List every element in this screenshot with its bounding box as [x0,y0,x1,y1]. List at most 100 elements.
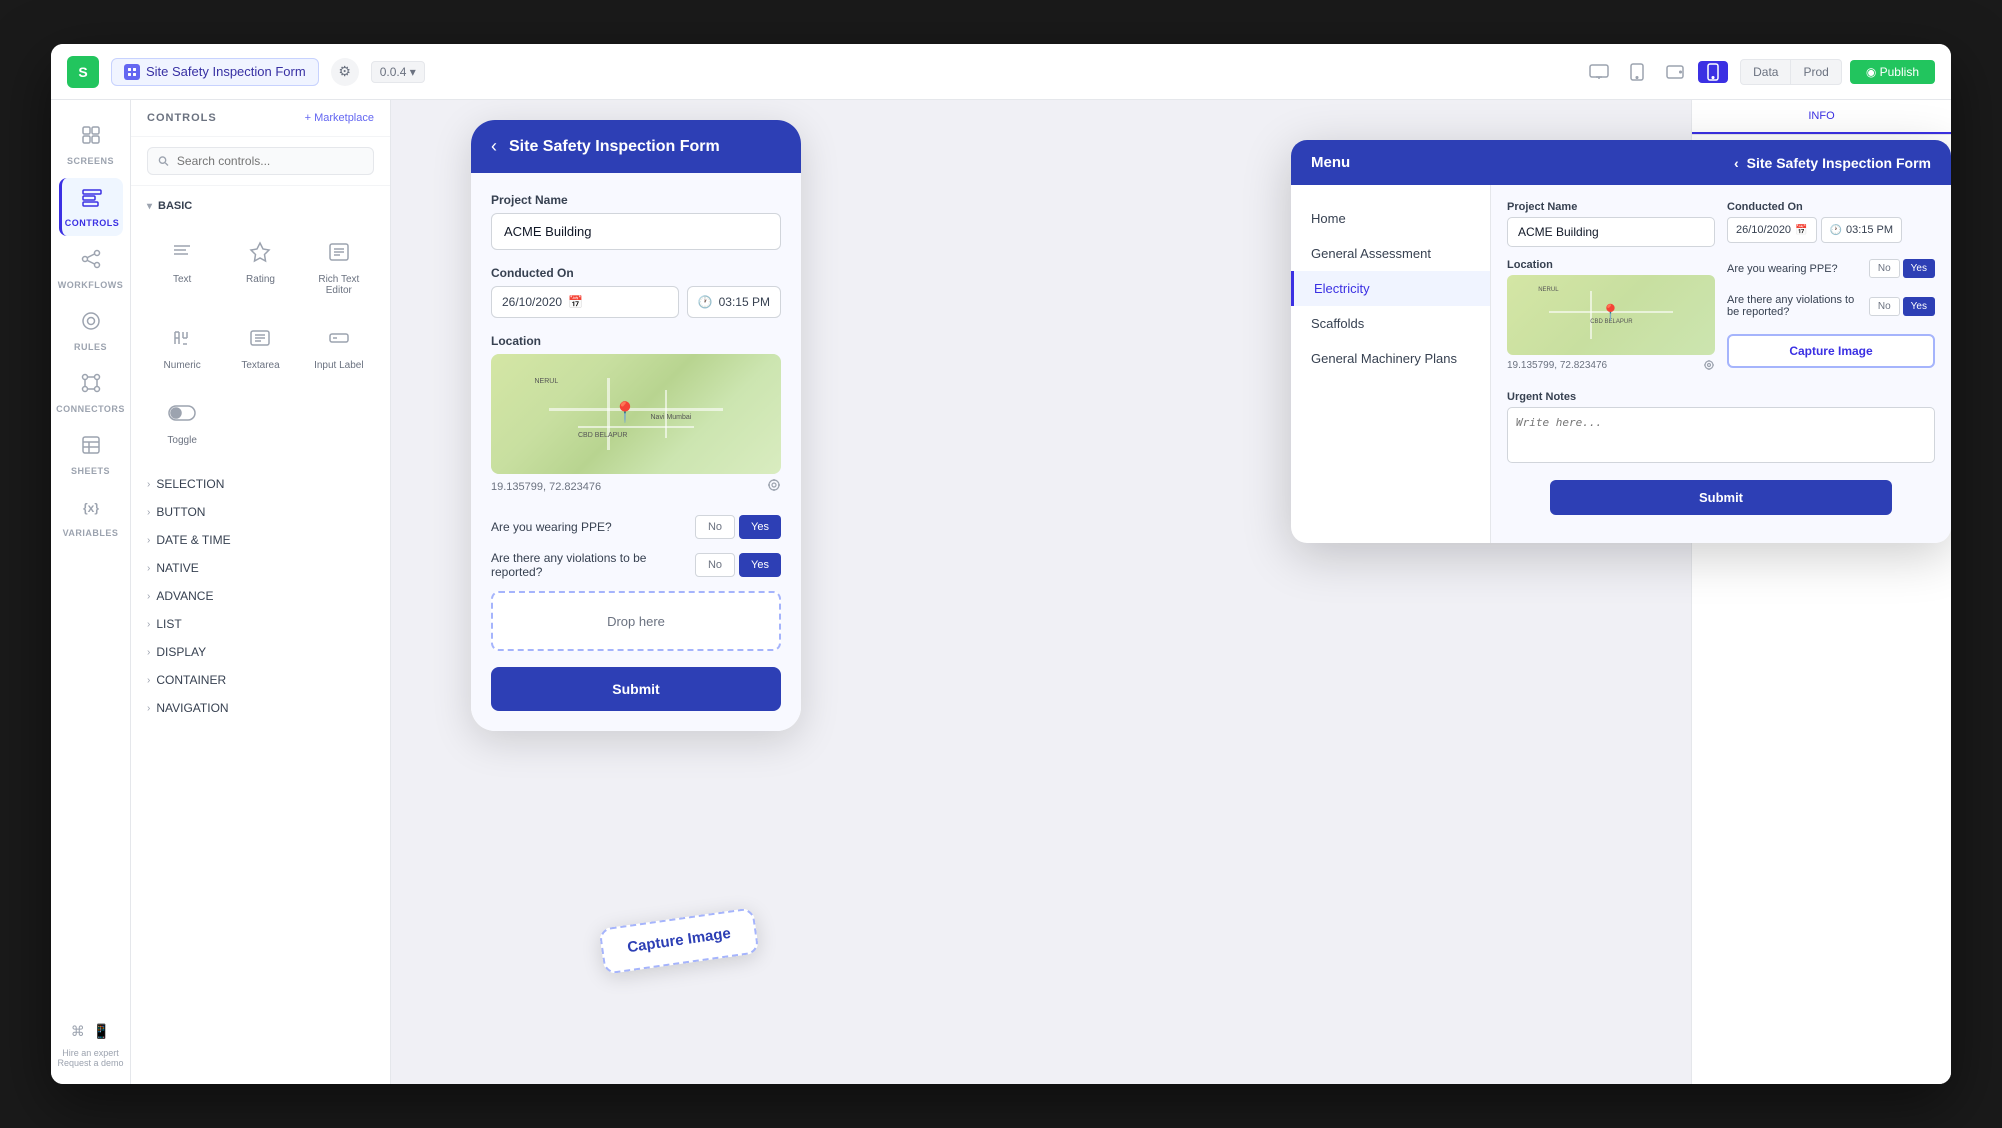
nav-scaffolds[interactable]: Scaffolds [1291,306,1490,341]
coords-text: 19.135799, 72.823476 [491,481,601,493]
control-rich-text[interactable]: Rich Text Editor [304,226,374,304]
rich-text-control-icon [321,234,357,270]
project-name-input[interactable] [491,213,781,250]
command-icon[interactable]: ⌘ [71,1023,85,1040]
control-text[interactable]: Text [147,226,217,304]
big-preview-panel: Menu ‹ Site Safety Inspection Form Home … [1291,140,1951,543]
sheets-icon [80,434,102,462]
search-input[interactable] [177,154,363,168]
violations-no-button[interactable]: No [695,553,735,577]
section-list[interactable]: › LIST [131,610,390,638]
section-navigation[interactable]: › NAVIGATION [131,694,390,722]
tablet-landscape-icon[interactable] [1660,61,1690,83]
bp-project-input[interactable] [1507,217,1715,247]
section-selection[interactable]: › SELECTION [131,470,390,498]
rules-icon [80,310,102,338]
big-back-arrow[interactable]: ‹ [1734,155,1739,171]
sidebar-item-workflows[interactable]: WORKFLOWS [59,240,123,298]
ppe-yes-button[interactable]: Yes [739,515,781,539]
section-advance[interactable]: › ADVANCE [131,582,390,610]
big-preview-form-content: Project Name Conducted On 26/10/2020 📅 [1491,185,1951,543]
bp-ppe-buttons: No Yes [1869,259,1935,278]
menu-title: Menu [1311,154,1350,171]
sidebar-item-sheets[interactable]: SHEETS [59,426,123,484]
data-button[interactable]: Data [1740,59,1791,85]
chevron-right-icon: › [147,479,150,490]
bp-cal-icon: 📅 [1795,225,1807,236]
control-rating[interactable]: Rating [225,226,295,304]
nav-machinery[interactable]: General Machinery Plans [1291,341,1490,376]
big-preview-nav: Home General Assessment Electricity Scaf… [1291,185,1491,543]
capture-image-area[interactable]: Drop here [491,591,781,651]
tablet-icon[interactable] [1622,61,1652,83]
capture-image-card[interactable]: Capture Image [599,907,760,974]
control-toggle[interactable]: Toggle [147,387,217,454]
phone-mockup: ‹ Site Safety Inspection Form Project Na… [471,120,801,731]
marketplace-link[interactable]: + Marketplace [305,112,374,124]
search-icon [158,155,169,167]
bp-map: NERUL CBD BELAPUR 📍 [1507,275,1715,355]
sidebar-item-rules[interactable]: RULES [59,302,123,360]
bp-time-field[interactable]: 🕐 03:15 PM [1821,217,1903,243]
prod-button[interactable]: Prod [1791,59,1841,85]
control-input-label[interactable]: Input Label [304,312,374,379]
ppe-no-button[interactable]: No [695,515,735,539]
screens-icon [80,124,102,152]
basic-toggle[interactable]: ▾ BASIC [147,194,374,218]
violations-yes-button[interactable]: Yes [739,553,781,577]
data-prod-switcher: Data Prod [1740,59,1842,85]
mobile-icon[interactable]: 📱 [93,1023,110,1040]
bp-violations-no[interactable]: No [1869,297,1900,316]
desktop-icon[interactable] [1584,61,1614,83]
bp-capture-button[interactable]: Capture Image [1727,334,1935,368]
settings-icon[interactable]: ⚙ [331,58,359,86]
section-button[interactable]: › BUTTON [131,498,390,526]
form-tab[interactable]: Site Safety Inspection Form [111,58,319,86]
section-date-time[interactable]: › DATE & TIME [131,526,390,554]
bp-submit-button[interactable]: Submit [1550,480,1892,515]
rating-control-icon [242,234,278,270]
sidebar-item-controls[interactable]: CONTROLS [59,178,123,236]
sidebar-item-screens[interactable]: SCREENS [59,116,123,174]
bp-ppe-yes[interactable]: Yes [1903,259,1935,278]
app-logo[interactable]: S [67,56,99,88]
bp-urgent-textarea[interactable] [1507,407,1935,463]
big-form-title: ‹ Site Safety Inspection Form [1734,155,1931,171]
sidebar-item-variables[interactable]: {x} VARIABLES [59,488,123,546]
time-field[interactable]: 🕐 03:15 PM [687,286,781,318]
control-numeric[interactable]: Numeric [147,312,217,379]
back-button[interactable]: ‹ [491,136,497,157]
hire-expert[interactable]: Hire an expert Request a demo [57,1048,123,1068]
phone-icon[interactable] [1698,61,1728,83]
bp-violations-buttons: No Yes [1869,297,1935,316]
bp-ppe-no[interactable]: No [1869,259,1900,278]
bp-project-label: Project Name [1507,201,1715,213]
nav-electricity[interactable]: Electricity [1291,271,1490,306]
gps-icon [767,478,781,495]
sidebar-item-connectors[interactable]: CONNECTORS [59,364,123,422]
numeric-label: Numeric [164,360,201,371]
publish-button[interactable]: ◉ Publish [1850,60,1935,84]
screens-label: SCREENS [67,156,114,166]
textarea-control-icon [242,320,278,356]
section-native[interactable]: › NATIVE [131,554,390,582]
section-display[interactable]: › DISPLAY [131,638,390,666]
bp-map-pin: 📍 [1601,303,1621,323]
nav-general[interactable]: General Assessment [1291,236,1490,271]
submit-button[interactable]: Submit [491,667,781,711]
bp-date-field[interactable]: 26/10/2020 📅 [1727,217,1817,243]
date-field[interactable]: 26/10/2020 📅 [491,286,679,318]
nav-home[interactable]: Home [1291,201,1490,236]
bottom-icons: ⌘ 📱 [71,1023,110,1040]
bp-violations-yes[interactable]: Yes [1903,297,1935,316]
info-tab[interactable]: INFO [1692,100,1951,134]
device-switcher [1584,61,1728,83]
bp-violations-row: Are there any violations to be reported?… [1727,294,1935,318]
control-textarea[interactable]: Textarea [225,312,295,379]
rich-text-label: Rich Text Editor [308,274,370,296]
version-badge[interactable]: 0.0.4 ▾ [371,61,425,83]
form-body: Project Name Conducted On 26/10/2020 📅 🕐 [471,173,801,731]
conducted-on-group: Conducted On 26/10/2020 📅 🕐 03:15 PM [491,266,781,318]
section-container[interactable]: › CONTAINER [131,666,390,694]
bp-conducted-label: Conducted On [1727,201,1935,213]
